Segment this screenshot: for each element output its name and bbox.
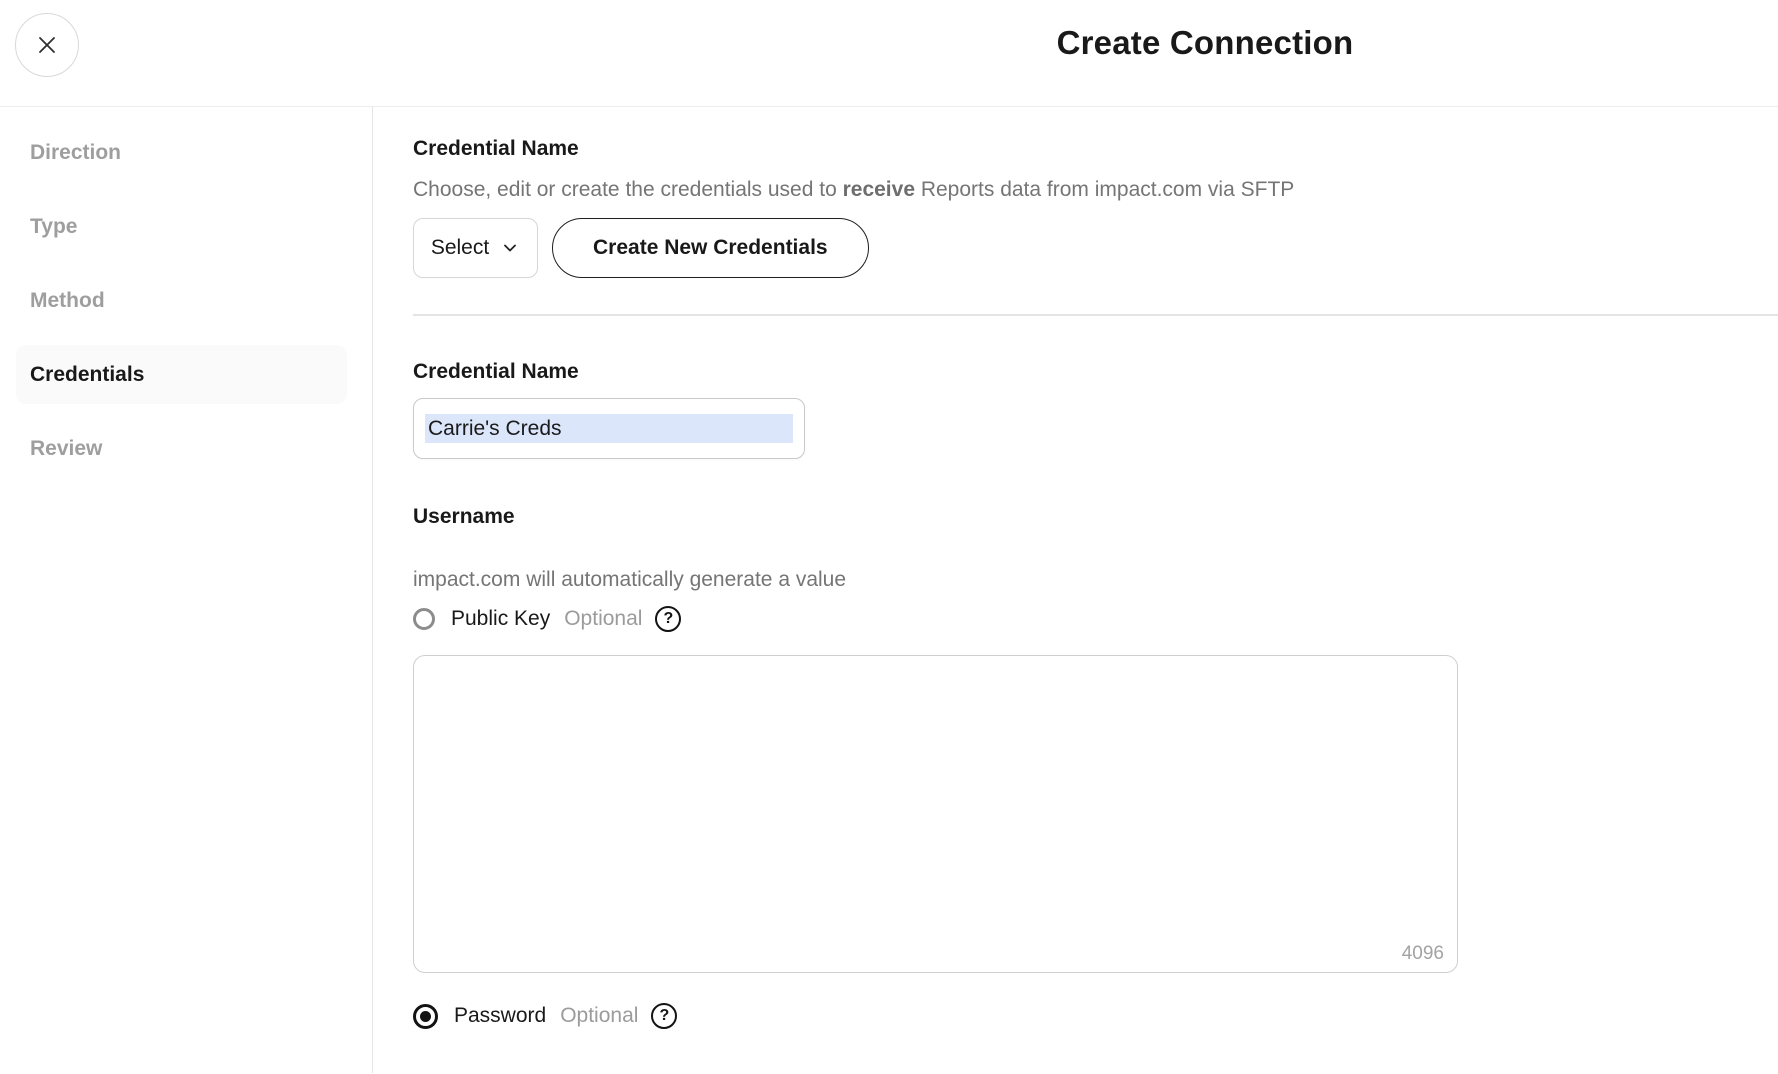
modal-header: Create Connection [0,0,1778,107]
radio-selected-dot [420,1011,431,1022]
select-credentials-dropdown[interactable]: Select [413,218,538,278]
password-label: Password [454,1004,546,1028]
section-divider [413,314,1778,316]
public-key-help-icon[interactable]: ? [655,606,681,632]
sidebar-item-credentials[interactable]: Credentials [16,345,347,404]
description-receive-bold: receive [843,178,915,201]
select-dropdown-label: Select [431,236,489,260]
public-key-optional-label: Optional [564,607,642,631]
close-icon [34,32,60,58]
page-title: Create Connection [1057,24,1354,62]
password-optional-label: Optional [560,1004,638,1028]
credential-name-field-label: Credential Name [413,360,1778,384]
sidebar-item-type[interactable]: Type [16,197,347,256]
public-key-textarea-wrapper: 4096 [413,655,1458,973]
public-key-radio[interactable] [413,608,435,630]
public-key-label: Public Key [451,607,550,631]
description-prefix: Choose, edit or create the credentials u… [413,178,843,201]
credential-name-input-value: Carrie's Creds [425,414,793,443]
public-key-textarea[interactable] [413,655,1458,973]
credential-name-description: Choose, edit or create the credentials u… [413,178,1778,202]
sidebar-item-method[interactable]: Method [16,271,347,330]
create-new-credentials-button[interactable]: Create New Credentials [552,218,869,278]
credentials-step-panel: Credential Name Choose, edit or create t… [373,107,1778,1073]
chevron-down-icon [500,238,520,258]
username-hint: impact.com will automatically generate a… [413,568,1778,592]
sidebar-item-direction[interactable]: Direction [16,123,347,182]
wizard-steps-sidebar: Direction Type Method Credentials Review [0,107,373,1073]
credential-name-input[interactable]: Carrie's Creds [413,398,805,459]
password-help-icon[interactable]: ? [651,1003,677,1029]
sidebar-item-review[interactable]: Review [16,419,347,478]
credential-name-heading: Credential Name [413,137,1778,161]
password-radio[interactable] [413,1004,438,1029]
close-button[interactable] [15,13,79,77]
username-heading: Username [413,505,1778,529]
description-suffix: Reports data from impact.com via SFTP [915,178,1294,201]
